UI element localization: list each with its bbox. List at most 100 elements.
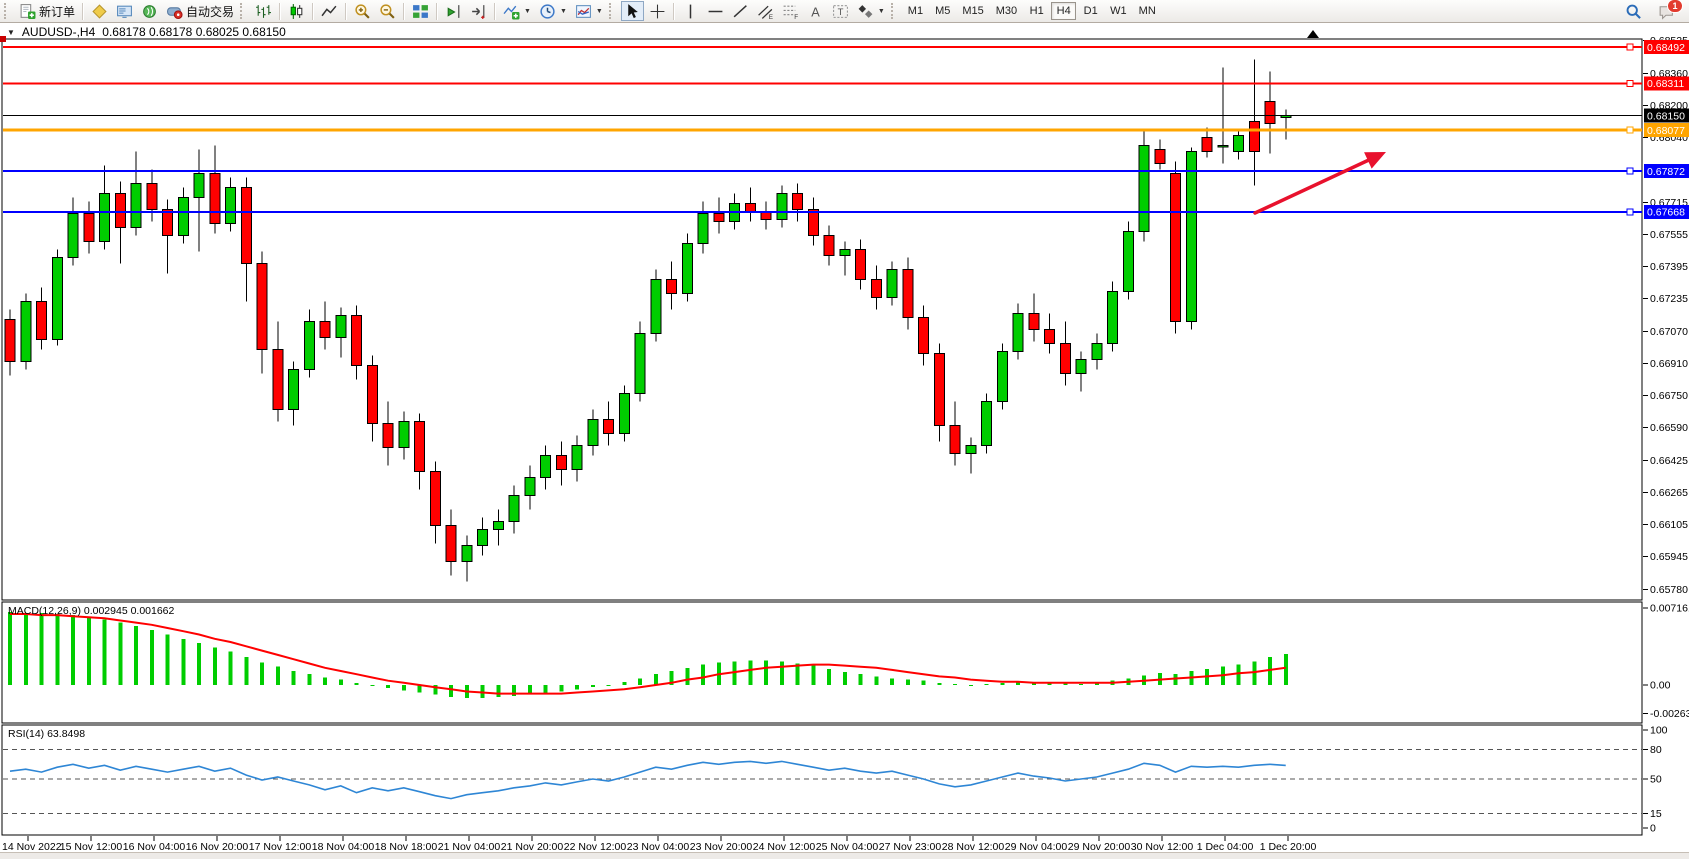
candle-body <box>257 264 267 350</box>
toolbar-grip[interactable] <box>891 3 898 19</box>
zoom-out-button[interactable] <box>376 1 399 21</box>
timeframe-d1-button[interactable]: D1 <box>1078 2 1103 20</box>
chart-canvas[interactable]: 0.685250.683600.682000.680400.677150.675… <box>0 23 1689 859</box>
market-watch-button[interactable] <box>113 1 136 21</box>
candlestick-chart-button[interactable] <box>285 1 308 21</box>
candle-body <box>651 280 661 334</box>
macd-histogram-bar <box>1079 684 1083 685</box>
search-button[interactable] <box>1622 1 1645 21</box>
chart-shift-marker[interactable] <box>1307 30 1319 38</box>
signal-button[interactable] <box>138 1 161 21</box>
candle-body <box>619 393 629 433</box>
candle-body <box>840 250 850 256</box>
timeframe-h4-button[interactable]: H4 <box>1051 2 1076 20</box>
macd-histogram-bar <box>134 626 138 685</box>
candle-body <box>68 214 78 258</box>
periods-button[interactable]: ▼ <box>536 1 570 21</box>
candle-body <box>509 495 519 521</box>
notifications-button[interactable]: 1 <box>1655 1 1678 21</box>
macd-histogram-bar <box>150 630 154 685</box>
crosshair-tool-button[interactable] <box>646 1 669 21</box>
line-handle[interactable] <box>1627 127 1633 133</box>
new-order-icon <box>19 3 36 20</box>
text-tool-button[interactable]: A <box>804 1 827 21</box>
toolbar-grip[interactable] <box>609 3 616 19</box>
price-level-value: 0.68311 <box>1647 78 1684 90</box>
macd-histogram-bar <box>276 667 280 685</box>
vertical-line-icon <box>682 3 699 20</box>
timeframe-m15-button[interactable]: M15 <box>957 2 988 20</box>
auto-scroll-button[interactable] <box>467 1 490 21</box>
candle-body <box>588 419 598 445</box>
bar-chart-button[interactable] <box>252 1 275 21</box>
macd-histogram-bar <box>323 677 327 685</box>
candle-body <box>698 214 708 244</box>
status-bar <box>0 852 1689 859</box>
tile-windows-button[interactable] <box>409 1 432 21</box>
vertical-line-tool-button[interactable] <box>679 1 702 21</box>
zoom-in-button[interactable] <box>351 1 374 21</box>
line-handle[interactable] <box>1627 44 1633 50</box>
horizontal-line-tool-button[interactable] <box>704 1 727 21</box>
toolbar-grip[interactable] <box>240 3 247 19</box>
toolbar-grip[interactable] <box>4 3 11 19</box>
timeframe-mn-button[interactable]: MN <box>1134 2 1161 20</box>
macd-histogram-bar <box>811 666 815 685</box>
trendline-tool-button[interactable] <box>729 1 752 21</box>
macd-histogram-bar <box>1000 683 1004 685</box>
svg-text:A: A <box>811 4 820 19</box>
text-label-tool-button[interactable]: T <box>829 1 852 21</box>
rsi-panel[interactable] <box>2 725 1642 835</box>
candle-body <box>903 270 913 318</box>
fibonacci-tool-button[interactable]: F <box>779 1 802 21</box>
timeframe-w1-button[interactable]: W1 <box>1105 2 1132 20</box>
chevron-down-icon[interactable]: ▼ <box>7 28 15 37</box>
candle-body <box>1234 136 1244 152</box>
svg-text:T: T <box>837 7 843 18</box>
price-tick-label: 0.67555 <box>1650 229 1688 241</box>
timeframe-m1-button[interactable]: M1 <box>903 2 928 20</box>
timeframe-h1-button[interactable]: H1 <box>1024 2 1049 20</box>
chart-title-bar[interactable]: ▼ AUDUSD-,H4 0.68178 0.68178 0.68025 0.6… <box>7 25 286 39</box>
chart-profile-button[interactable] <box>88 1 111 21</box>
horizontal-line-icon <box>707 3 724 20</box>
arrows-tool-button[interactable]: ▼ <box>854 1 888 21</box>
candle-body <box>1092 343 1102 359</box>
rsi-label: RSI(14) 63.8498 <box>8 728 85 740</box>
templates-button[interactable]: ▼ <box>572 1 606 21</box>
toolbar-right: 1 <box>1621 1 1689 21</box>
line-handle[interactable] <box>1627 80 1633 86</box>
cursor-tool-button[interactable] <box>621 1 644 21</box>
rsi-tick-label: 80 <box>1650 744 1662 756</box>
macd-histogram-bar <box>292 671 296 685</box>
indicators-button[interactable]: ▼ <box>500 1 534 21</box>
price-level-value: 0.67668 <box>1647 207 1685 219</box>
macd-histogram-bar <box>638 679 642 685</box>
candle-body <box>131 184 141 228</box>
rsi-tick-label: 100 <box>1650 725 1668 737</box>
candle-body <box>541 455 551 477</box>
macd-histogram-bar <box>575 685 579 689</box>
date-axis[interactable]: 14 Nov 202215 Nov 12:0016 Nov 04:0016 No… <box>2 836 1316 853</box>
cursor-icon <box>624 3 641 20</box>
equidistant-channel-tool-button[interactable]: E <box>754 1 777 21</box>
macd-histogram-bar <box>701 665 705 685</box>
candle-body <box>399 421 409 447</box>
candlestick-chart-icon <box>288 3 305 20</box>
timeframe-m30-button[interactable]: M30 <box>991 2 1022 20</box>
auto-trading-button[interactable]: 自动交易 <box>163 1 237 21</box>
macd-histogram-bar <box>339 680 343 685</box>
line-handle[interactable] <box>1627 168 1633 174</box>
line-handle[interactable] <box>1627 209 1633 215</box>
symbol-title: AUDUSD-,H4 <box>22 25 95 39</box>
new-order-button[interactable]: 新订单 <box>16 1 78 21</box>
line-chart-button[interactable] <box>318 1 341 21</box>
timeframe-m5-button[interactable]: M5 <box>930 2 955 20</box>
main-panel[interactable] <box>2 39 1642 600</box>
auto-trading-label: 自动交易 <box>186 3 234 20</box>
candle-body <box>304 321 314 369</box>
candle-body <box>5 319 15 361</box>
chart-shift-button[interactable] <box>442 1 465 21</box>
zoom-out-icon <box>379 3 396 20</box>
crosshair-icon <box>649 3 666 20</box>
